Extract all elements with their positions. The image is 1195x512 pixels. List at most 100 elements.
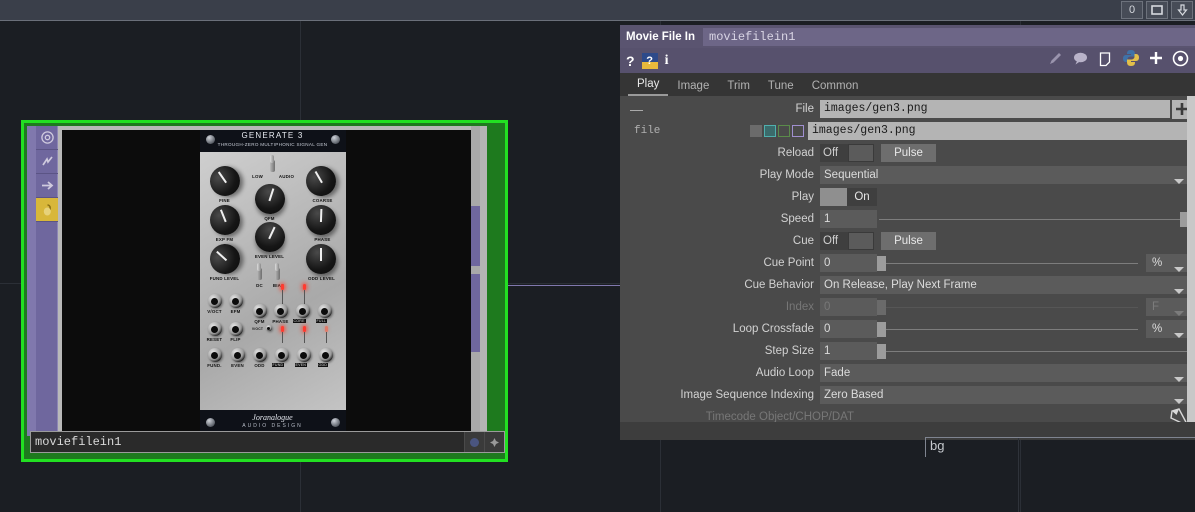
tab-trim[interactable]: Trim	[718, 78, 759, 96]
collapse-icon[interactable]: —	[630, 102, 643, 117]
param-toggle-cue[interactable]: Off	[820, 232, 874, 250]
slider-track	[879, 329, 1138, 330]
param-row-imgseqindex[interactable]: Image Sequence Indexing Zero Based	[620, 384, 1195, 406]
synth-panel: LOW AUDIO FINE COARSE QFM EXP FM PHASE E…	[199, 152, 346, 410]
synth-brand: Joranalogue	[252, 413, 293, 422]
param-row-playmode[interactable]: Play Mode Sequential	[620, 164, 1195, 186]
pencil-icon[interactable]	[1047, 50, 1064, 72]
synth-knob	[305, 244, 336, 274]
param-row-loopcrossfade[interactable]: Loop Crossfade 0 %	[620, 318, 1195, 340]
jack-label: V/OCT	[207, 309, 222, 314]
param-row-reload[interactable]: Reload Off Pulse	[620, 142, 1195, 164]
synth-title: GENERATE 3	[241, 131, 304, 140]
param-label-playmode: Play Mode	[759, 169, 814, 181]
slider-thumb[interactable]	[877, 256, 886, 271]
operator-type-label: Movie File In	[626, 30, 696, 43]
param-slider-stepsize[interactable]	[877, 342, 1189, 360]
note-icon[interactable]	[1097, 50, 1114, 72]
node-expand-button[interactable]	[484, 432, 504, 452]
param-row-cuepoint[interactable]: Cue Point 0 %	[620, 252, 1195, 274]
viewer-icon-arrow[interactable]	[36, 174, 58, 198]
tab-tune[interactable]: Tune	[759, 78, 803, 96]
viewer-icon-bolt[interactable]	[36, 150, 58, 174]
synth-brand-sub: AUDIO DESIGN	[242, 423, 303, 429]
param-value-stepsize[interactable]: 1	[820, 342, 877, 360]
parameter-dialog[interactable]: Movie File In moviefilein1 ? ? i Play Im…	[620, 25, 1195, 440]
viewer-icon-lock[interactable]	[36, 198, 58, 222]
comment-icon[interactable]	[1072, 51, 1089, 71]
param-row-speed[interactable]: Speed 1	[620, 208, 1195, 230]
param-row-stepsize[interactable]: Step Size 1	[620, 340, 1195, 362]
slider-thumb[interactable]	[877, 322, 886, 337]
toggle-state-label: Off	[820, 144, 848, 162]
chip-expression[interactable]	[764, 125, 776, 137]
param-row-cue[interactable]: Cue Off Pulse	[620, 230, 1195, 252]
param-slider-cuepoint[interactable]	[877, 254, 1140, 272]
param-menu-imgseqindex[interactable]: Zero Based	[820, 386, 1189, 404]
viewer-image-area[interactable]: GENERATE 3 THROUGH-ZERO MULTIPHONIC SIGN…	[62, 130, 483, 432]
param-label-play: Play	[791, 191, 814, 203]
param-row-file-expression[interactable]: file images/gen3.png	[620, 120, 1195, 142]
tab-common[interactable]: Common	[803, 78, 868, 96]
param-unit-loopcrossfade[interactable]: %	[1146, 320, 1189, 338]
frame-counter[interactable]: 0	[1121, 1, 1143, 19]
toggle-switch[interactable]	[820, 188, 847, 206]
slider-thumb[interactable]	[877, 344, 886, 359]
param-row-play[interactable]: Play On	[620, 186, 1195, 208]
viewer-vertical-scrollbar-thumb[interactable]	[471, 274, 480, 352]
parameter-dialog-titlebar[interactable]: Movie File In moviefilein1	[620, 25, 1195, 48]
python-icon[interactable]	[1122, 49, 1140, 72]
viewer-canvas[interactable]: GENERATE 3 THROUGH-ZERO MULTIPHONIC SIGN…	[58, 126, 487, 436]
param-mode-chips[interactable]	[750, 125, 804, 137]
network-bg-label[interactable]: bg	[925, 437, 1195, 512]
param-row-audioloop[interactable]: Audio Loop Fade	[620, 362, 1195, 384]
viewer-vertical-scrollbar-thumb[interactable]	[471, 206, 480, 266]
info-icon[interactable]: i	[665, 53, 669, 69]
param-menu-playmode[interactable]: Sequential	[820, 166, 1189, 184]
connection-wire	[497, 285, 622, 286]
param-value-loopcrossfade[interactable]: 0	[820, 320, 877, 338]
param-menu-audioloop[interactable]: Fade	[820, 364, 1189, 382]
param-field-file-expr[interactable]: images/gen3.png	[808, 122, 1189, 140]
param-menu-cuebehavior[interactable]: On Release, Play Next Frame	[820, 276, 1189, 294]
tab-image[interactable]: Image	[668, 78, 718, 96]
param-field-file[interactable]: images/gen3.png	[820, 100, 1170, 118]
param-row-file[interactable]: — File images/gen3.png	[620, 98, 1195, 120]
reload-pulse-button[interactable]: Pulse	[881, 144, 936, 162]
viewer-icon-bar	[36, 126, 58, 436]
param-toggle-reload[interactable]: Off	[820, 144, 874, 162]
param-unit-cuepoint[interactable]: %	[1146, 254, 1189, 272]
target-icon[interactable]	[1172, 50, 1189, 72]
toggle-switch[interactable]	[848, 144, 874, 162]
chip-constant[interactable]	[750, 125, 762, 137]
led-line	[281, 332, 283, 343]
viewer-scroll-edge	[480, 126, 487, 436]
synth-jack	[228, 294, 243, 308]
node-viewer-toggle[interactable]	[464, 432, 484, 452]
parameter-dialog-scrollbar[interactable]	[1187, 96, 1195, 440]
param-value-speed[interactable]: 1	[820, 210, 877, 228]
viewer-node-moviefilein1[interactable]: GENERATE 3 THROUGH-ZERO MULTIPHONIC SIGN…	[21, 120, 508, 462]
param-toggle-play[interactable]: On	[820, 188, 877, 206]
chip-bind[interactable]	[792, 125, 804, 137]
node-name-input[interactable]	[31, 435, 464, 449]
help-icon[interactable]: ?	[626, 53, 635, 69]
synth-jack	[207, 348, 222, 362]
operator-name-field[interactable]: moviefilein1	[703, 27, 1195, 46]
collapse-button[interactable]	[1171, 1, 1193, 19]
viewer-left-strip	[27, 126, 36, 436]
cue-pulse-button[interactable]: Pulse	[881, 232, 936, 250]
param-slider-loopcrossfade[interactable]	[877, 320, 1140, 338]
param-value-cuepoint[interactable]: 0	[820, 254, 877, 272]
maximize-button[interactable]	[1146, 1, 1168, 19]
toggle-switch[interactable]	[848, 232, 874, 250]
param-row-cuebehavior[interactable]: Cue Behavior On Release, Play Next Frame	[620, 274, 1195, 296]
tab-play[interactable]: Play	[628, 76, 669, 96]
param-slider-speed[interactable]	[877, 210, 1189, 228]
add-icon[interactable]	[1148, 50, 1164, 71]
help-badge-icon[interactable]: ?	[641, 52, 658, 69]
node-name-field-wrap[interactable]	[30, 431, 505, 453]
chip-export[interactable]	[778, 125, 790, 137]
viewer-icon-target[interactable]	[36, 126, 58, 150]
synth-jack	[295, 304, 310, 318]
